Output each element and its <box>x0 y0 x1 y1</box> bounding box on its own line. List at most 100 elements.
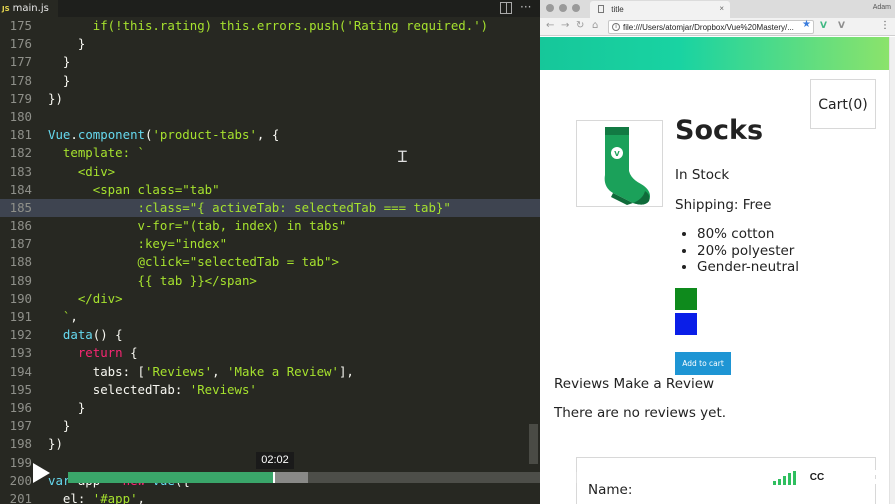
progress-handle[interactable] <box>273 472 276 483</box>
editor-scrollbar[interactable] <box>529 424 538 464</box>
code-token: } <box>48 418 71 434</box>
browser-menu-icon[interactable]: ⋮ <box>880 20 890 31</box>
code-line[interactable]: 186 v-for="(tab, index) in tabs" <box>0 217 540 235</box>
code-text: @click="selectedTab = tab"> <box>48 253 339 271</box>
vue-devtools-icon[interactable]: V <box>820 21 827 31</box>
code-line[interactable]: 175 if(!this.rating) this.errors.push('R… <box>0 17 540 35</box>
variant-green-swatch[interactable] <box>675 288 697 310</box>
line-number: 178 <box>9 72 32 88</box>
volume-icon[interactable] <box>773 471 797 485</box>
line-number: 185 <box>9 199 32 215</box>
tab-close-icon[interactable]: × <box>719 4 724 13</box>
address-bar[interactable]: i file:///Users/atomjar/Dropbox/Vue%20Ma… <box>608 20 814 34</box>
profile-name[interactable]: Adam <box>873 4 891 11</box>
product-details-list: 80% cotton 20% polyester Gender-neutral <box>697 226 799 276</box>
line-number: 195 <box>9 381 32 397</box>
code-token: ` <box>48 309 71 324</box>
split-editor-icon[interactable] <box>500 2 512 14</box>
code-line[interactable]: 198}) <box>0 435 540 453</box>
detail-item: Gender-neutral <box>697 259 799 276</box>
window-close-icon[interactable] <box>546 4 554 12</box>
code-line[interactable]: 201 el: '#app', <box>0 490 540 504</box>
home-icon[interactable]: ⌂ <box>592 20 598 31</box>
tab-reviews[interactable]: Reviews <box>554 376 609 392</box>
tab-make-a-review[interactable]: Make a Review <box>614 376 715 392</box>
more-actions-icon[interactable]: ··· <box>520 0 531 14</box>
web-page: Cart(0) V Socks In Stock Shipping: Free … <box>540 37 889 504</box>
back-icon[interactable]: ← <box>546 20 554 31</box>
add-to-cart-button[interactable]: Add to cart <box>675 352 731 375</box>
code-token: } <box>48 54 71 70</box>
detail-item: 20% polyester <box>697 243 799 260</box>
code-line[interactable]: 192 data() { <box>0 326 540 344</box>
code-text: :key="index" <box>48 235 228 253</box>
code-line[interactable]: 176 } <box>0 35 540 53</box>
site-info-icon[interactable]: i <box>612 23 620 31</box>
code-text: } <box>48 35 85 53</box>
line-number: 193 <box>9 345 32 361</box>
code-line[interactable]: 184 <span class="tab" <box>0 181 540 199</box>
code-token: . <box>70 127 78 143</box>
code-token: <div> <box>48 163 116 179</box>
code-token: } <box>48 72 71 88</box>
code-token: Vue <box>48 127 71 143</box>
code-token: if(!this.rating) this.errors.push('Ratin… <box>48 18 489 33</box>
line-number: 186 <box>9 218 32 234</box>
code-line[interactable]: 187 :key="index" <box>0 235 540 253</box>
code-line[interactable]: 196 } <box>0 399 540 417</box>
code-token: component <box>77 127 145 143</box>
line-number: 176 <box>9 36 32 52</box>
code-token: 'product-tabs' <box>152 127 257 143</box>
window-minimize-icon[interactable] <box>559 4 567 12</box>
code-line[interactable]: 191 `, <box>0 308 540 326</box>
code-token: return <box>48 345 123 361</box>
code-line[interactable]: 177 } <box>0 53 540 71</box>
code-line[interactable]: 195 selectedTab: 'Reviews' <box>0 381 540 399</box>
line-number: 180 <box>9 108 32 124</box>
line-number: 190 <box>9 290 32 306</box>
code-text: `, <box>48 308 78 326</box>
line-number: 188 <box>9 254 32 270</box>
page-scrollbar[interactable] <box>889 37 895 504</box>
reload-icon[interactable]: ↻ <box>576 20 584 31</box>
fullscreen-icon[interactable] <box>862 470 876 484</box>
code-editor[interactable]: JS main.js ··· 175 if(!this.rating) this… <box>0 0 540 504</box>
code-line[interactable]: 180 <box>0 108 540 126</box>
product-image: V <box>576 120 663 207</box>
code-token: @click="selectedTab = tab"> <box>48 254 339 270</box>
code-text: } <box>48 53 70 71</box>
code-area[interactable]: 175 if(!this.rating) this.errors.push('R… <box>0 17 540 504</box>
code-text: data() { <box>48 326 123 344</box>
line-number: 175 <box>9 18 32 33</box>
code-line[interactable]: 181 Vue.component('product-tabs', { <box>0 126 540 144</box>
code-line[interactable]: 182 template: ` <box>0 144 540 162</box>
code-line[interactable]: 188 @click="selectedTab = tab"> <box>0 253 540 271</box>
extension-icon[interactable]: V <box>838 21 845 31</box>
code-token: v-for="(tab, index) in tabs" <box>48 218 347 234</box>
code-line[interactable]: 185 :class="{ activeTab: selectedTab ===… <box>0 198 540 218</box>
code-token: :key="index" <box>48 236 228 252</box>
code-token: 'Reviews' <box>189 381 257 397</box>
code-token: , <box>70 309 78 324</box>
settings-gear-icon[interactable]: ⚙ <box>835 466 852 488</box>
code-line[interactable]: 190 </div> <box>0 290 540 308</box>
forward-icon[interactable]: → <box>561 20 569 31</box>
browser-tab[interactable]: title × <box>590 1 730 18</box>
variant-blue-swatch[interactable] <box>675 313 697 335</box>
text-cursor-icon: Ɪ <box>398 147 407 166</box>
code-line[interactable]: 194 tabs: ['Reviews', 'Make a Review'], <box>0 363 540 381</box>
editor-tab-main-js[interactable]: JS main.js <box>0 0 58 17</box>
play-icon[interactable] <box>33 463 50 483</box>
captions-icon[interactable]: CC <box>806 470 828 486</box>
code-line[interactable]: 183 <div> <box>0 163 540 181</box>
code-line[interactable]: 197 } <box>0 417 540 435</box>
code-text: template: ` <box>48 144 145 162</box>
code-line[interactable]: 178 } <box>0 72 540 90</box>
bookmark-star-icon[interactable]: ★ <box>802 19 811 30</box>
window-zoom-icon[interactable] <box>572 4 580 12</box>
code-line[interactable]: 179}) <box>0 90 540 108</box>
video-progress-bar[interactable] <box>68 472 762 483</box>
code-line[interactable]: 189 {{ tab }}</span> <box>0 272 540 290</box>
code-line[interactable]: 193 return { <box>0 344 540 362</box>
editor-tab-bar: JS main.js ··· <box>0 0 540 17</box>
